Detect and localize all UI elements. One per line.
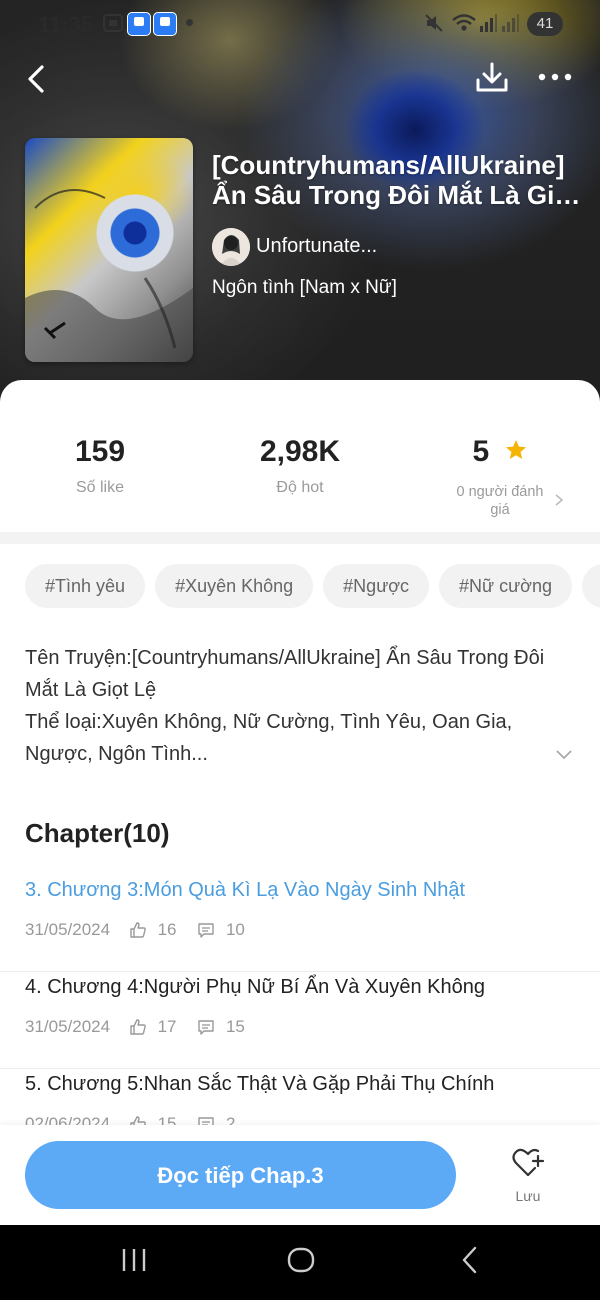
star-icon <box>505 440 526 460</box>
chapter-meta: 31/05/2024 16 10 <box>25 919 245 940</box>
save-button[interactable]: Lưu <box>497 1147 559 1204</box>
book-cover-image <box>25 138 193 362</box>
likes-count: 159 <box>74 435 126 468</box>
chevron-right-icon[interactable] <box>553 493 565 507</box>
hot-label: Độ hot <box>276 479 324 496</box>
cover-artwork <box>25 189 193 362</box>
book-genre: Ngôn tình [Nam x Nữ] <box>212 277 397 298</box>
chapter-item[interactable]: 4. Chương 4:Người Phụ Nữ Bí Ẩn Và Xuyên … <box>0 972 600 1069</box>
section-divider <box>0 532 600 544</box>
author-avatar[interactable] <box>212 228 250 266</box>
chapter-date: 31/05/2024 <box>25 919 111 939</box>
chapter-list: 3. Chương 3:Món Quà Kì Lạ Vào Ngày Sinh … <box>0 875 600 1166</box>
avatar-image <box>212 228 250 266</box>
tag-chip[interactable]: #Nữ cường <box>439 564 572 608</box>
chapter-meta: 31/05/2024 17 15 <box>25 1016 245 1037</box>
chapter-comments: 15 <box>225 1016 245 1036</box>
save-label: Lưu <box>515 1188 541 1204</box>
author-name[interactable]: Unfortunate... <box>256 235 377 258</box>
chapter-date: 31/05/2024 <box>25 1016 111 1036</box>
app-notification-icon <box>127 12 151 36</box>
app-notification-icon <box>153 12 177 36</box>
hero-background: 11:35 41 [Countryhumans/AllUkraine] Ẩn S… <box>0 0 600 420</box>
battery-indicator: 41 <box>527 12 563 36</box>
tag-chip[interactable]: #Xuyên Không <box>155 564 314 608</box>
chapter-likes: 16 <box>157 919 177 939</box>
chapter-likes: 17 <box>157 1016 177 1036</box>
like-icon <box>130 921 146 938</box>
expand-chevron-icon[interactable] <box>554 748 574 762</box>
heart-add-icon <box>512 1148 545 1177</box>
chapter-title: 3. Chương 3:Món Quà Kì Lạ Vào Ngày Sinh … <box>25 879 466 901</box>
description-line: Tên Truyện:[Countryhumans/AllUkraine] Ẩn… <box>25 647 545 701</box>
signal-icon <box>480 14 497 32</box>
tag-chip[interactable]: #Ngược <box>323 564 430 608</box>
home-icon[interactable] <box>286 1245 316 1275</box>
description-line: Thể loại:Xuyên Không, Nữ Cường, Tình Yêu… <box>25 711 513 765</box>
continue-reading-button[interactable]: Đọc tiếp Chap.3 <box>25 1141 456 1209</box>
signal-icon <box>502 14 519 32</box>
download-icon[interactable] <box>474 60 510 96</box>
tag-chip[interactable]: # <box>581 564 600 608</box>
wifi-icon <box>452 14 476 31</box>
hot-count: 2,98K <box>259 435 341 468</box>
like-icon <box>130 1018 146 1035</box>
mute-icon <box>425 14 443 32</box>
book-title: [Countryhumans/AllUkraine] Ẩn Sâu Trong … <box>212 150 579 210</box>
details-sheet: 159 Số like 2,98K Độ hot 5 0 người đánh … <box>0 380 600 1166</box>
tag-chip[interactable]: #Tình yêu <box>25 564 146 608</box>
stat-rating[interactable]: 5 <box>450 435 550 469</box>
comment-icon <box>198 922 214 938</box>
back-nav-icon[interactable] <box>458 1245 482 1275</box>
rating-count-label[interactable]: 0 người đánh giá <box>448 483 552 519</box>
more-options-icon[interactable] <box>537 67 573 87</box>
stat-hot: 2,98K Độ hot <box>240 435 360 497</box>
tag-list: #Tình yêu#Xuyên Không#Ngược#Nữ cường# <box>25 564 600 608</box>
book-description[interactable]: Tên Truyện:[Countryhumans/AllUkraine] Ẩn… <box>25 642 545 770</box>
chapter-comments: 10 <box>225 919 245 939</box>
chapters-header: Chapter(10) <box>25 818 170 848</box>
status-bar: 11:35 41 <box>0 0 600 46</box>
back-icon[interactable] <box>22 62 52 96</box>
rating-value-row: 5 <box>450 435 550 469</box>
more-notifications-dot <box>186 19 193 26</box>
chapter-title: 5. Chương 5:Nhan Sắc Thật Và Gặp Phải Th… <box>25 1073 495 1095</box>
likes-label: Số like <box>75 479 125 496</box>
chapter-item[interactable]: 3. Chương 3:Món Quà Kì Lạ Vào Ngày Sinh … <box>0 875 600 972</box>
comment-icon <box>198 1019 214 1035</box>
stats-row: 159 Số like 2,98K Độ hot 5 0 người đánh … <box>0 380 600 530</box>
bottom-action-bar: Đọc tiếp Chap.3 Lưu <box>0 1125 600 1225</box>
chapter-title: 4. Chương 4:Người Phụ Nữ Bí Ẩn Và Xuyên … <box>25 976 485 998</box>
system-navigation-bar <box>0 1225 600 1300</box>
recent-apps-icon[interactable] <box>120 1245 148 1275</box>
rating-value: 5 <box>472 435 490 468</box>
screenshot-icon <box>103 14 123 32</box>
stat-likes: 159 Số like <box>40 435 160 497</box>
description-text: Tên Truyện:[Countryhumans/AllUkraine] Ẩn… <box>25 642 545 770</box>
status-time: 11:35 <box>38 12 94 37</box>
